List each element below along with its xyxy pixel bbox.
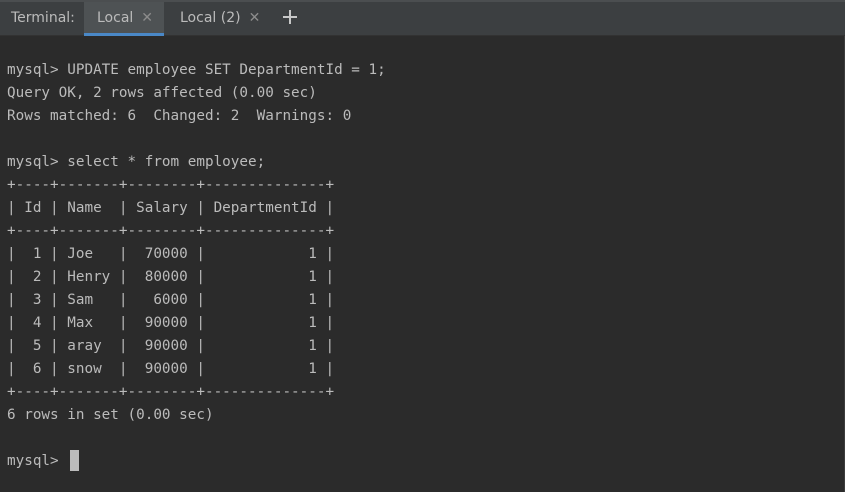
terminal-line: mysql> select * from employee; bbox=[7, 154, 266, 170]
table-border: +----+-------+--------+--------------+ bbox=[7, 223, 335, 239]
terminal-prompt: mysql> bbox=[7, 453, 68, 469]
terminal-output[interactable]: mysql> UPDATE employee SET DepartmentId … bbox=[0, 36, 845, 492]
tab-local-2-label: Local (2) bbox=[180, 10, 241, 26]
text-cursor bbox=[70, 450, 79, 471]
table-row: | 2 | Henry | 80000 | 1 | bbox=[7, 269, 335, 285]
tab-local-2[interactable]: Local (2) ✕ bbox=[168, 2, 268, 36]
terminal-window: Terminal: Local ✕ Local (2) ✕ mysql> UPDAT… bbox=[0, 0, 845, 492]
table-row: | 1 | Joe | 70000 | 1 | bbox=[7, 246, 335, 262]
table-header-row: | Id | Name | Salary | DepartmentId | bbox=[7, 200, 335, 216]
tab-local[interactable]: Local ✕ bbox=[84, 2, 164, 36]
terminal-title: Terminal: bbox=[11, 10, 75, 26]
tab-local-label: Local bbox=[97, 10, 134, 26]
table-border: +----+-------+--------+--------------+ bbox=[7, 177, 335, 193]
terminal-tab-bar: Terminal: Local ✕ Local (2) ✕ bbox=[0, 0, 845, 36]
table-row: | 4 | Max | 90000 | 1 | bbox=[7, 315, 335, 331]
table-row: | 6 | snow | 90000 | 1 | bbox=[7, 361, 335, 377]
terminal-line: Rows matched: 6 Changed: 2 Warnings: 0 bbox=[7, 108, 352, 124]
close-icon[interactable]: ✕ bbox=[141, 10, 153, 26]
terminal-line: mysql> UPDATE employee SET DepartmentId … bbox=[7, 62, 386, 78]
table-border: +----+-------+--------+--------------+ bbox=[7, 384, 335, 400]
terminal-line: Query OK, 2 rows affected (0.00 sec) bbox=[7, 85, 317, 101]
table-row: | 5 | aray | 90000 | 1 | bbox=[7, 338, 335, 354]
plus-icon[interactable] bbox=[280, 6, 302, 28]
table-row: | 3 | Sam | 6000 | 1 | bbox=[7, 292, 335, 308]
close-icon[interactable]: ✕ bbox=[249, 10, 261, 26]
terminal-line: 6 rows in set (0.00 sec) bbox=[7, 407, 214, 423]
